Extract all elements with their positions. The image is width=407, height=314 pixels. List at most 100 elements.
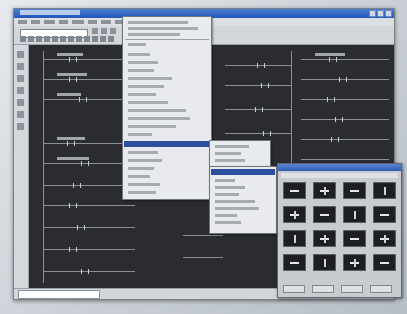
menu-item[interactable] [128, 109, 186, 112]
menu-item[interactable] [128, 53, 150, 56]
toolbar-icon[interactable] [68, 36, 74, 42]
palette-instruction-icon[interactable] [343, 254, 366, 271]
toolbar-icon[interactable] [92, 36, 98, 42]
menu-item-3[interactable] [44, 20, 55, 24]
toolbar-icon[interactable] [108, 36, 114, 42]
toolbar-icon[interactable] [84, 36, 90, 42]
submenu-item-highlighted[interactable] [211, 169, 275, 175]
menu-item[interactable] [128, 159, 162, 162]
menu-item[interactable] [128, 61, 158, 64]
menu-item[interactable] [128, 27, 198, 30]
submenu-item[interactable] [215, 145, 249, 148]
submenu-item[interactable] [215, 221, 241, 224]
palette-instruction-icon[interactable] [313, 206, 336, 223]
ladder-rung[interactable] [225, 133, 291, 134]
menu-item[interactable] [128, 85, 164, 88]
palette-tabs[interactable] [281, 173, 398, 178]
menu-item[interactable] [128, 69, 154, 72]
submenu-item[interactable] [215, 186, 245, 189]
tool-icon[interactable] [17, 111, 24, 118]
menu-item[interactable] [128, 175, 150, 178]
tool-icon[interactable] [17, 99, 24, 106]
toolbar-icon[interactable] [101, 28, 107, 34]
tool-icon[interactable] [17, 75, 24, 82]
submenu-item[interactable] [215, 179, 235, 182]
toolbar-icon[interactable] [44, 36, 50, 42]
submenu-item[interactable] [215, 159, 245, 162]
menu-item-4[interactable] [59, 20, 68, 24]
palette-instruction-icon[interactable] [283, 230, 306, 247]
ladder-rung[interactable] [43, 249, 135, 250]
menu-item[interactable] [128, 77, 172, 80]
ladder-rung[interactable] [301, 139, 389, 140]
ladder-rung[interactable] [183, 235, 223, 236]
menu-item[interactable] [128, 125, 176, 128]
tool-icon[interactable] [17, 63, 24, 70]
ladder-rung[interactable] [225, 85, 291, 86]
ladder-rung[interactable] [183, 257, 223, 258]
tool-icon[interactable] [17, 123, 24, 130]
ladder-rung[interactable] [43, 271, 135, 272]
command-input[interactable] [18, 290, 100, 299]
ladder-rung[interactable] [301, 159, 389, 160]
submenu-item[interactable] [215, 152, 241, 155]
tool-icon[interactable] [17, 87, 24, 94]
palette-instruction-icon[interactable] [373, 182, 396, 199]
ladder-rung[interactable] [301, 99, 389, 100]
toolbar-icon[interactable] [36, 36, 42, 42]
ladder-rung[interactable] [43, 205, 135, 206]
submenu-item[interactable] [215, 214, 237, 217]
menu-item-6[interactable] [88, 20, 97, 24]
menu-item-1[interactable] [18, 20, 27, 24]
palette-instruction-icon[interactable] [313, 230, 336, 247]
submenu-item[interactable] [215, 200, 255, 203]
menu-item[interactable] [128, 117, 190, 120]
menu-item-2[interactable] [31, 20, 40, 24]
ladder-rung[interactable] [43, 227, 135, 228]
toolbar-icon[interactable] [100, 36, 106, 42]
menu-item[interactable] [128, 183, 160, 186]
menu-item-7[interactable] [101, 20, 111, 24]
palette-instruction-icon[interactable] [343, 206, 366, 223]
minimize-button[interactable] [369, 10, 376, 17]
ladder-rung[interactable] [301, 119, 389, 120]
submenu-item[interactable] [215, 193, 239, 196]
menu-item-5[interactable] [72, 20, 84, 24]
ladder-rung[interactable] [301, 59, 389, 60]
palette-button[interactable] [283, 285, 305, 293]
menu-item-highlighted[interactable] [124, 141, 210, 147]
menu-item[interactable] [128, 191, 156, 194]
palette-instruction-icon[interactable] [313, 254, 336, 271]
tool-icon[interactable] [17, 51, 24, 58]
palette-button[interactable] [370, 285, 392, 293]
menu-item[interactable] [128, 43, 146, 46]
palette-instruction-icon[interactable] [283, 254, 306, 271]
toolbar-icon[interactable] [92, 28, 98, 34]
submenu-item[interactable] [215, 207, 259, 210]
toolbar-icon[interactable] [20, 36, 26, 42]
toolbar-icon[interactable] [110, 28, 116, 34]
close-button[interactable] [385, 10, 392, 17]
palette-instruction-icon[interactable] [343, 230, 366, 247]
palette-instruction-icon[interactable] [283, 206, 306, 223]
toolbar-icon[interactable] [60, 36, 66, 42]
palette-instruction-icon[interactable] [283, 182, 306, 199]
menu-item[interactable] [128, 151, 158, 154]
menu-item[interactable] [128, 101, 168, 104]
menu-item[interactable] [128, 93, 156, 96]
palette-title-bar[interactable] [278, 164, 401, 171]
palette-instruction-icon[interactable] [343, 182, 366, 199]
menu-item[interactable] [128, 33, 180, 36]
toolbar-icon[interactable] [28, 36, 34, 42]
maximize-button[interactable] [377, 10, 384, 17]
palette-instruction-icon[interactable] [373, 206, 396, 223]
palette-instruction-icon[interactable] [373, 254, 396, 271]
toolbar-icon[interactable] [76, 36, 82, 42]
menu-item[interactable] [128, 21, 188, 24]
palette-button[interactable] [312, 285, 334, 293]
toolbar-icon[interactable] [52, 36, 58, 42]
palette-instruction-icon[interactable] [373, 230, 396, 247]
menu-item[interactable] [128, 167, 154, 170]
palette-button[interactable] [341, 285, 363, 293]
menu-item[interactable] [128, 133, 152, 136]
